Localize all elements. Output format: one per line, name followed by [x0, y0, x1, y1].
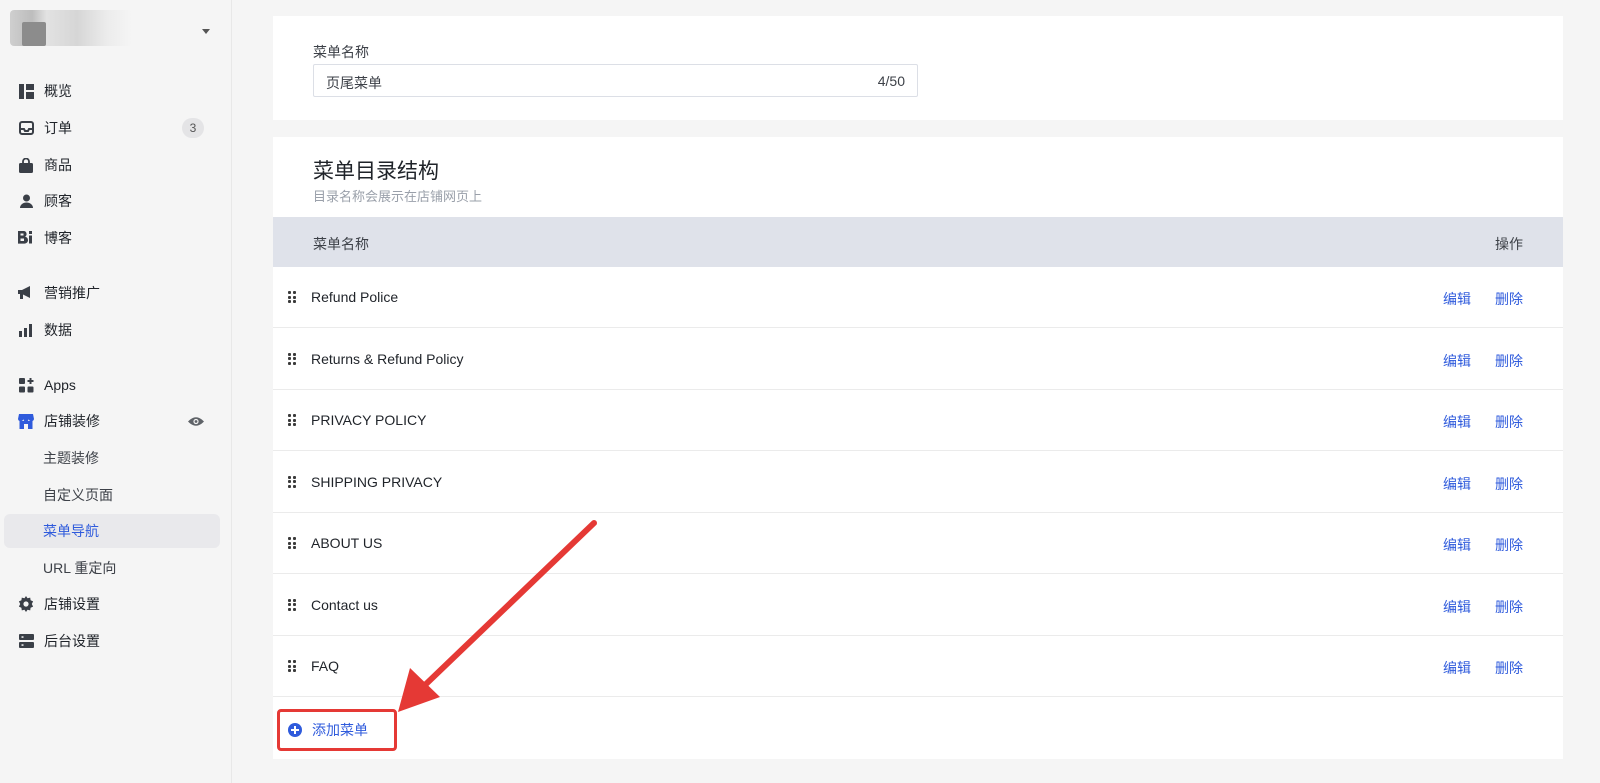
sidebar-item-label: 博客: [44, 230, 72, 246]
delete-button[interactable]: 删除: [1495, 412, 1523, 432]
drag-handle-icon[interactable]: [288, 598, 296, 611]
section-subtitle: 目录名称会展示在店铺网页上: [313, 189, 483, 204]
sidebar-item-label: 店铺设置: [44, 596, 100, 612]
table-row: Refund Police 编辑 删除: [273, 267, 1563, 328]
menu-name-label: 菜单名称: [313, 44, 369, 60]
shopping-bag-icon: [18, 157, 34, 173]
sidebar-item-url-redirect[interactable]: URL 重定向: [4, 551, 220, 585]
sidebar-item-store-settings[interactable]: 店铺设置: [4, 587, 220, 621]
table-row: PRIVACY POLICY 编辑 删除: [273, 390, 1563, 451]
sidebar-item-label: 自定义页面: [43, 487, 113, 503]
sidebar-item-label: 菜单导航: [43, 523, 99, 539]
table-row: Returns & Refund Policy 编辑 删除: [273, 329, 1563, 390]
sidebar: 概览 订单 3 商品 顾客 博客 营销推广 数据 Apps 店铺装修 主题装修 …: [0, 0, 232, 783]
chevron-down-icon[interactable]: [202, 29, 210, 34]
table-row: ABOUT US 编辑 删除: [273, 513, 1563, 574]
blog-icon: [18, 230, 34, 246]
sidebar-item-label: 主题装修: [43, 450, 99, 466]
megaphone-icon: [18, 285, 34, 301]
eye-icon[interactable]: [188, 414, 204, 430]
sidebar-item-marketing[interactable]: 营销推广: [4, 276, 220, 310]
table-header: 菜单名称 操作: [273, 217, 1563, 267]
sidebar-item-label: 数据: [44, 322, 72, 338]
sidebar-item-admin-settings[interactable]: 后台设置: [4, 624, 220, 658]
table-row: Contact us 编辑 删除: [273, 575, 1563, 636]
sidebar-item-label: 后台设置: [44, 633, 100, 649]
sidebar-item-label: 订单: [44, 120, 72, 136]
edit-button[interactable]: 编辑: [1443, 351, 1471, 371]
delete-button[interactable]: 删除: [1495, 535, 1523, 555]
server-icon: [18, 633, 34, 649]
person-icon: [18, 193, 34, 209]
sidebar-item-theme[interactable]: 主题装修: [4, 441, 220, 475]
storefront-icon: [18, 413, 34, 429]
store-logo: [10, 10, 132, 46]
section-title: 菜单目录结构: [313, 160, 439, 183]
column-header-name: 菜单名称: [313, 236, 369, 252]
drag-handle-icon[interactable]: [288, 414, 296, 426]
menu-item-name: ABOUT US: [311, 535, 383, 551]
sidebar-item-customers[interactable]: 顾客: [4, 184, 220, 218]
column-header-action: 操作: [1495, 236, 1523, 252]
drag-handle-icon[interactable]: [288, 291, 296, 303]
add-menu-label: 添加菜单: [312, 722, 368, 738]
sidebar-item-label: URL 重定向: [43, 560, 117, 576]
menu-item-name: FAQ: [311, 658, 340, 674]
bar-chart-icon: [18, 322, 34, 338]
char-counter: 4/50: [877, 73, 905, 89]
drag-handle-icon[interactable]: [288, 352, 296, 365]
sidebar-item-orders[interactable]: 订单 3: [4, 111, 220, 145]
sidebar-item-label: 营销推广: [44, 285, 100, 301]
plus-circle-icon: [288, 723, 302, 737]
menu-item-name: Refund Police: [311, 289, 399, 305]
order-count-badge: 3: [182, 118, 204, 138]
sidebar-item-overview[interactable]: 概览: [4, 74, 220, 108]
menu-name-value: 页尾菜单: [326, 75, 382, 91]
edit-button[interactable]: 编辑: [1443, 289, 1471, 309]
store-switcher[interactable]: [10, 10, 210, 54]
edit-button[interactable]: 编辑: [1443, 412, 1471, 432]
sidebar-item-label: 顾客: [44, 193, 72, 209]
menu-structure-card: 菜单目录结构 目录名称会展示在店铺网页上 菜单名称 操作 Refund Poli…: [273, 137, 1563, 759]
delete-button[interactable]: 删除: [1495, 597, 1523, 617]
delete-button[interactable]: 删除: [1495, 474, 1523, 494]
sidebar-item-storefront[interactable]: 店铺装修: [4, 404, 220, 438]
edit-button[interactable]: 编辑: [1443, 535, 1471, 555]
delete-button[interactable]: 删除: [1495, 289, 1523, 309]
edit-button[interactable]: 编辑: [1443, 474, 1471, 494]
menu-name-input[interactable]: 页尾菜单 4/50: [313, 64, 918, 97]
menu-name-card: 菜单名称 页尾菜单 4/50: [273, 16, 1563, 120]
delete-button[interactable]: 删除: [1495, 658, 1523, 678]
drag-handle-icon[interactable]: [288, 537, 296, 549]
sidebar-item-label: Apps: [44, 377, 76, 393]
delete-button[interactable]: 删除: [1495, 351, 1523, 371]
sidebar-item-blog[interactable]: 博客: [4, 221, 220, 255]
edit-button[interactable]: 编辑: [1443, 597, 1471, 617]
sidebar-item-custom-pages[interactable]: 自定义页面: [4, 478, 220, 512]
table-row: FAQ 编辑 删除: [273, 636, 1563, 697]
sidebar-item-products[interactable]: 商品: [4, 148, 220, 182]
menu-item-name: PRIVACY POLICY: [311, 412, 427, 428]
menu-item-name: Contact us: [311, 596, 378, 613]
add-menu-button[interactable]: 添加菜单: [277, 709, 397, 751]
inbox-icon: [18, 120, 34, 136]
sidebar-item-label: 商品: [44, 157, 72, 173]
gear-icon: [18, 596, 34, 612]
sidebar-item-analytics[interactable]: 数据: [4, 313, 220, 347]
apps-icon: [18, 377, 34, 393]
drag-handle-icon[interactable]: [288, 475, 296, 488]
sidebar-item-label: 概览: [44, 83, 72, 99]
drag-handle-icon[interactable]: [288, 660, 296, 672]
edit-button[interactable]: 编辑: [1443, 658, 1471, 678]
sidebar-item-menu-navigation[interactable]: 菜单导航: [4, 514, 220, 548]
sidebar-item-label: 店铺装修: [44, 413, 100, 429]
table-row: SHIPPING PRIVACY 编辑 删除: [273, 452, 1563, 513]
dashboard-icon: [18, 83, 34, 99]
menu-item-name: Returns & Refund Policy: [311, 350, 464, 367]
sidebar-item-apps[interactable]: Apps: [4, 368, 220, 402]
menu-item-name: SHIPPING PRIVACY: [311, 473, 443, 490]
